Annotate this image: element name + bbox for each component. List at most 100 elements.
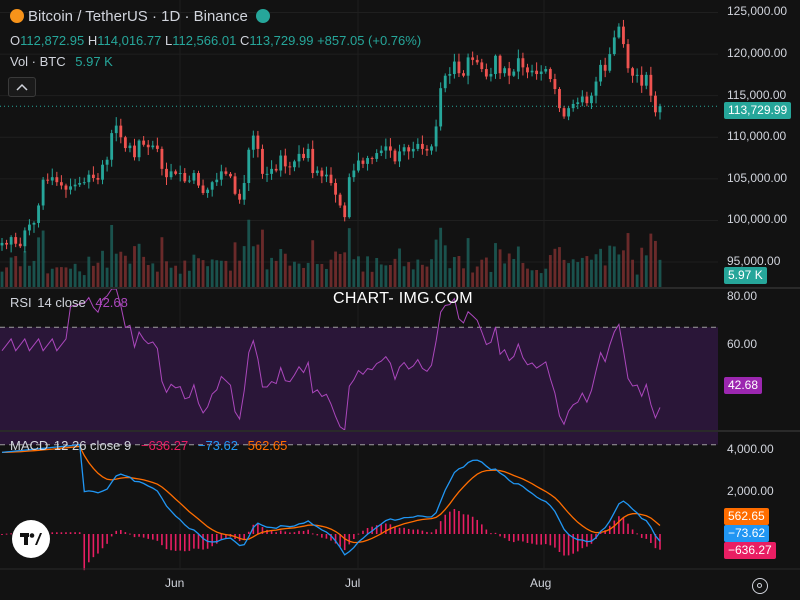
macd-hist-bar xyxy=(458,510,460,534)
volume-bar xyxy=(219,260,223,287)
macd-hist-bar xyxy=(439,521,442,534)
eye-icon[interactable] xyxy=(255,9,270,23)
rsi-label: RSI xyxy=(10,295,32,310)
candle-body xyxy=(370,158,374,160)
macd-hist-bar xyxy=(60,532,63,534)
macd-hist-bar xyxy=(426,531,428,534)
volume-bar xyxy=(425,266,429,287)
volume-bar xyxy=(484,257,488,287)
macd-hist-bar xyxy=(106,534,108,544)
volume-bar xyxy=(407,262,411,287)
volume-bar xyxy=(206,266,210,287)
volume-bar xyxy=(466,238,470,287)
candle-body xyxy=(37,205,40,223)
candle-body xyxy=(608,54,612,71)
volume-bar xyxy=(64,267,68,287)
macd-hist-bar xyxy=(558,534,561,552)
macd-hist-bar xyxy=(476,519,479,534)
candle-body xyxy=(128,145,132,149)
volume-bar xyxy=(283,253,287,287)
settings-gear-icon[interactable] xyxy=(752,578,768,594)
candle-body xyxy=(261,148,264,174)
volume-bar xyxy=(32,260,36,287)
candle-body xyxy=(398,151,401,162)
volume-bar xyxy=(599,248,603,287)
candle-body xyxy=(420,143,424,149)
macd-hist-bar xyxy=(531,534,533,544)
candle-body xyxy=(599,64,603,82)
candle-body xyxy=(320,170,324,177)
candle-body xyxy=(617,26,621,38)
volume-bar xyxy=(617,254,621,287)
volume-bar xyxy=(548,255,552,287)
volume-bar xyxy=(73,263,77,287)
candle-body xyxy=(612,37,616,55)
macd-hist-bar xyxy=(394,527,396,534)
macd-hist-bar xyxy=(430,532,433,534)
volume-bar xyxy=(526,268,529,287)
macd-legend[interactable]: MACD 12 26 close 9 −636.27 −73.62 562.65 xyxy=(10,438,287,454)
symbol-header[interactable]: Bitcoin / TetherUS · 1D · Binance xyxy=(10,9,270,25)
volume-bar xyxy=(357,256,360,287)
candle-body xyxy=(293,161,296,168)
volume-bar xyxy=(347,228,351,287)
candle-body xyxy=(151,145,155,148)
volume-bar xyxy=(91,265,95,287)
candle-body xyxy=(64,185,68,190)
macd-hist-bar xyxy=(526,534,529,543)
candle-body xyxy=(325,174,328,177)
volume-bar xyxy=(590,259,593,287)
candle-body xyxy=(78,183,82,185)
candle-body xyxy=(530,70,534,73)
candle-body xyxy=(448,74,452,76)
candle-body xyxy=(279,155,283,171)
macd-hist-bar xyxy=(142,534,145,538)
volume-bar xyxy=(516,246,520,287)
volume-bar xyxy=(256,244,260,287)
candle-body xyxy=(366,158,369,164)
volume-bar xyxy=(210,259,214,287)
candle-body xyxy=(233,176,237,194)
volume-bar xyxy=(521,262,525,287)
volume-bar xyxy=(183,260,187,287)
volume-bar xyxy=(133,246,136,287)
candle-body xyxy=(197,173,200,186)
candle-body xyxy=(32,222,36,225)
macd-hist-bar xyxy=(51,532,54,534)
macd-hist-bar xyxy=(179,534,182,551)
volume-bar xyxy=(635,274,639,287)
macd-hist-bar xyxy=(567,534,570,556)
macd-hist-badge: −636.27 xyxy=(724,542,776,559)
volume-bar xyxy=(439,227,443,287)
price-axis-label: 110,000.00 xyxy=(727,129,787,144)
tradingview-logo[interactable] xyxy=(12,520,50,558)
macd-hist-bar xyxy=(197,534,200,549)
macd-hist-bar xyxy=(83,534,86,571)
volume-bar xyxy=(302,267,305,287)
macd-hist-bar xyxy=(257,523,259,534)
macd-hist-bar xyxy=(5,533,8,535)
collapse-legend-button[interactable] xyxy=(8,77,36,97)
volume-bar xyxy=(658,259,662,287)
price-axis-label: 105,000.00 xyxy=(727,170,788,185)
macd-hist-bar xyxy=(535,534,538,545)
volume-bar xyxy=(567,263,571,287)
volume-legend[interactable]: Vol · BTC 5.97 K xyxy=(10,54,113,70)
candle-body xyxy=(516,58,520,72)
change-value: +857.05 (+0.76%) xyxy=(317,33,422,48)
macd-hist-bar xyxy=(586,534,588,547)
volume-bar xyxy=(160,237,164,287)
volume-bar xyxy=(631,259,634,287)
candle-body xyxy=(334,183,337,195)
volume-bar xyxy=(128,263,132,287)
rsi-legend[interactable]: RSI 14 close 42.68 xyxy=(10,295,128,311)
price-axis-label: 120,000.00 xyxy=(727,46,788,61)
macd-hist-bar xyxy=(512,534,515,543)
macd-hist-bar xyxy=(453,508,456,534)
macd-hist-bar xyxy=(618,516,620,534)
volume-bar xyxy=(585,256,589,287)
macd-hist-bar xyxy=(101,534,104,549)
volume-bar xyxy=(489,271,493,287)
macd-hist-bar xyxy=(540,534,542,545)
macd-hist-bar xyxy=(275,532,277,534)
